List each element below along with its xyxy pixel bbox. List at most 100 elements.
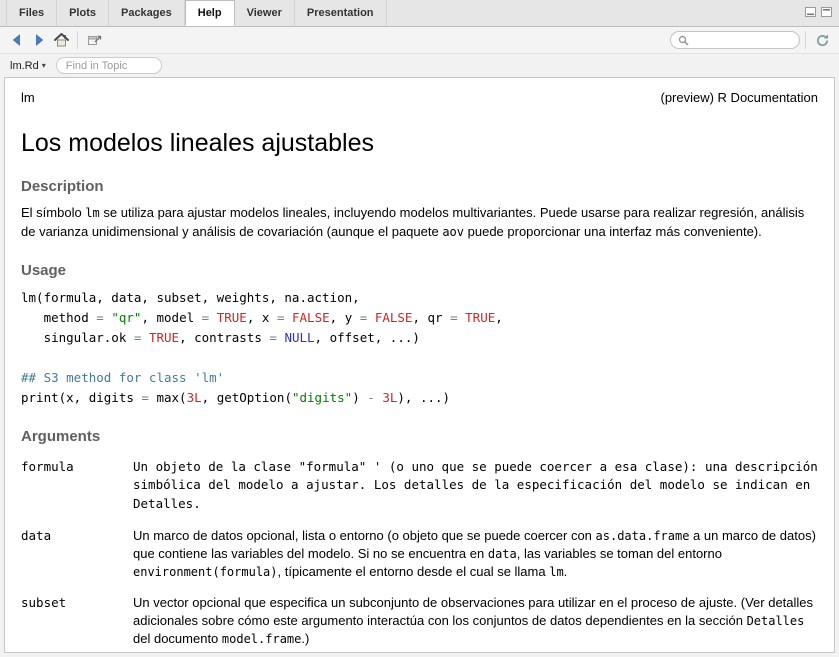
code-line	[21, 348, 818, 368]
code-token: "qr"	[111, 310, 141, 325]
window-controls	[805, 7, 832, 17]
help-pane: FilesPlotsPackagesHelpViewerPresentation	[0, 0, 839, 657]
help-content: lm (preview) R Documentation Los modelos…	[4, 77, 835, 653]
argument-name: data	[21, 527, 125, 581]
inline-code: lm	[549, 565, 563, 579]
code-token: , offset, ...)	[315, 330, 420, 345]
section-heading-description: Description	[21, 178, 818, 195]
maximize-icon[interactable]	[821, 7, 832, 17]
text-run: del documento	[133, 631, 222, 646]
code-token: print(x, digits	[21, 390, 141, 405]
argument-name: subset	[21, 594, 125, 648]
home-icon[interactable]	[50, 30, 72, 50]
text-run: , típicamente el entorno desde el cual s…	[278, 564, 550, 579]
tab-presentation[interactable]: Presentation	[295, 0, 387, 26]
arguments-table: formulaUn objeto de la clase "formula" '…	[21, 458, 818, 653]
topic-selector[interactable]: lm.Rd ▾	[10, 60, 46, 72]
forward-icon[interactable]	[28, 30, 50, 50]
code-token: , x	[247, 310, 277, 325]
inline-code: as.data.frame	[596, 529, 690, 543]
text-run: Un vector opcional que especifica un sub…	[133, 595, 813, 628]
code-token: , model	[141, 310, 201, 325]
inline-code: data	[488, 547, 517, 561]
text-run: puede proporcionar una interfaz más conv…	[464, 224, 762, 239]
text-run: .)	[301, 631, 309, 646]
code-token: singular.ok	[21, 330, 134, 345]
tab-packages[interactable]: Packages	[109, 0, 185, 26]
refresh-icon[interactable]	[811, 30, 833, 50]
code-token: TRUE	[465, 310, 495, 325]
inline-code: environment(formula)	[133, 565, 278, 579]
code-line: method = "qr", model = TRUE, x = FALSE, …	[21, 308, 818, 328]
code-token	[367, 310, 375, 325]
code-token: 3L	[187, 390, 202, 405]
description-paragraph: El símbolo lm se utiliza para ajustar mo…	[21, 204, 818, 242]
page-title: Los modelos lineales ajustables	[21, 129, 818, 158]
tab-files[interactable]: Files	[6, 0, 57, 26]
tab-strip: FilesPlotsPackagesHelpViewerPresentation	[0, 0, 387, 26]
code-line: print(x, digits = max(3L, getOption("dig…	[21, 388, 818, 408]
code-token: ,	[495, 310, 503, 325]
topic-bar: lm.Rd ▾	[0, 54, 839, 77]
code-line: ## S3 method for class 'lm'	[21, 368, 818, 388]
find-in-topic-input[interactable]	[56, 57, 162, 74]
code-token: method	[21, 310, 96, 325]
minimize-icon[interactable]	[805, 7, 816, 17]
open-in-new-window-icon[interactable]	[83, 30, 105, 50]
inline-code: lm	[85, 206, 99, 220]
code-token: =	[450, 310, 458, 325]
back-icon[interactable]	[6, 30, 28, 50]
doc-meta-right: (preview) R Documentation	[660, 90, 818, 105]
section-heading-arguments: Arguments	[21, 428, 818, 445]
code-token: , y	[330, 310, 360, 325]
argument-row-formula: formulaUn objeto de la clase "formula" '…	[21, 458, 818, 514]
code-token: , qr	[412, 310, 450, 325]
argument-description: Un vector opcional que especifica un sub…	[133, 594, 818, 648]
code-token: =	[141, 390, 149, 405]
code-token	[141, 330, 149, 345]
code-token: "digits"	[292, 390, 352, 405]
inline-code: model.frame	[222, 632, 301, 646]
tab-viewer[interactable]: Viewer	[235, 0, 295, 26]
usage-code-block: lm(formula, data, subset, weights, na.ac…	[21, 288, 818, 408]
search-input[interactable]	[693, 33, 792, 47]
text-run: , las variables se toman del entorno	[517, 546, 722, 561]
code-token: max(	[149, 390, 187, 405]
toolbar-separator	[805, 31, 806, 49]
chevron-down-icon: ▾	[42, 62, 46, 70]
text-run: El símbolo	[21, 205, 85, 220]
argument-description: Un marco de datos opcional, lista o ento…	[133, 527, 818, 581]
code-token: TRUE	[217, 310, 247, 325]
code-line: singular.ok = TRUE, contrasts = NULL, of…	[21, 328, 818, 348]
code-token	[209, 310, 217, 325]
code-line: lm(formula, data, subset, weights, na.ac…	[21, 288, 818, 308]
toolbar-separator	[77, 31, 78, 49]
argument-name: formula	[21, 458, 125, 514]
code-token: =	[269, 330, 277, 345]
code-token: NULL	[284, 330, 314, 345]
code-token: ), ...)	[397, 390, 450, 405]
code-token: )	[352, 390, 367, 405]
inline-code: aov	[442, 225, 464, 239]
code-token: -	[367, 390, 375, 405]
tab-plots[interactable]: Plots	[57, 0, 109, 26]
help-search-box[interactable]	[670, 31, 800, 49]
code-token: , contrasts	[179, 330, 269, 345]
code-token: ## S3 method for class 'lm'	[21, 370, 224, 385]
inline-code: Detalles	[747, 614, 805, 628]
section-heading-usage: Usage	[21, 262, 818, 279]
code-token: lm(formula, data, subset, weights, na.ac…	[21, 290, 360, 305]
doc-meta-left: lm	[21, 90, 35, 105]
code-token: TRUE	[149, 330, 179, 345]
topic-label: lm.Rd	[10, 60, 39, 72]
tab-help[interactable]: Help	[185, 0, 235, 26]
text-run: .	[564, 564, 568, 579]
code-token: , getOption(	[202, 390, 292, 405]
doc-meta: lm (preview) R Documentation	[21, 90, 818, 105]
text-run: Un marco de datos opcional, lista o ento…	[133, 528, 596, 543]
code-token: FALSE	[292, 310, 330, 325]
code-token: FALSE	[375, 310, 413, 325]
pane-tab-bar: FilesPlotsPackagesHelpViewerPresentation	[0, 0, 839, 27]
code-token	[284, 310, 292, 325]
code-token: 3L	[382, 390, 397, 405]
